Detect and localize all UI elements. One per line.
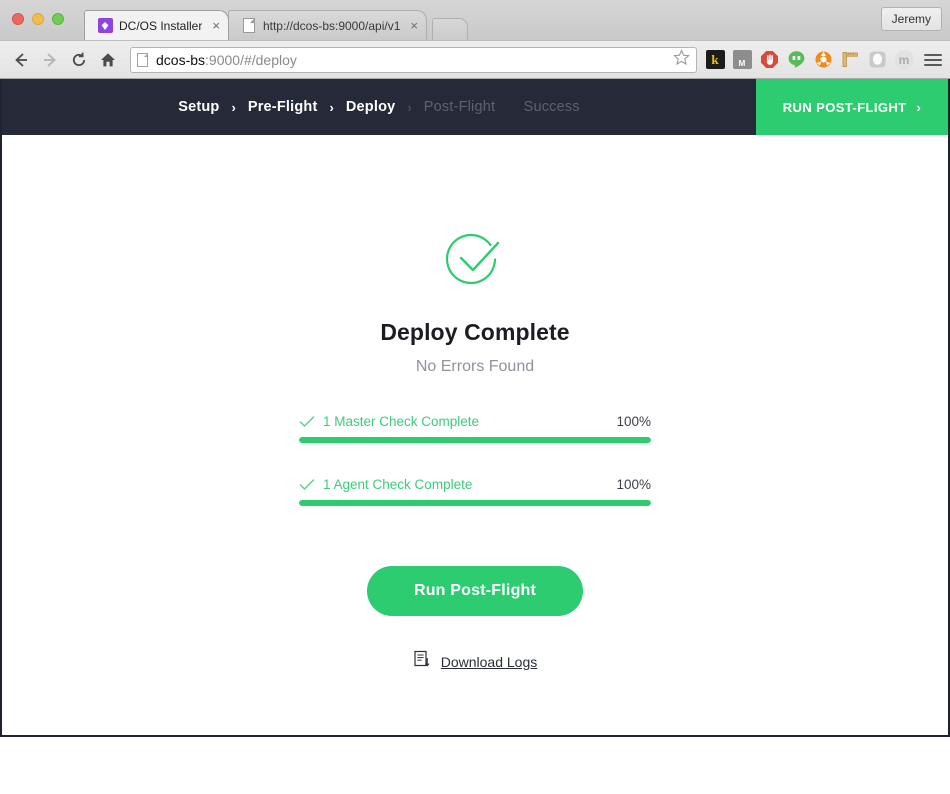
- browser-chrome: DC/OS Installer × http://dcos-bs:9000/ap…: [0, 0, 950, 79]
- check-row-agent: 1 Agent Check Complete 100%: [299, 477, 651, 506]
- profile-button[interactable]: Jeremy: [880, 7, 942, 31]
- page-title: Deploy Complete: [380, 319, 570, 345]
- check-circle-icon: [440, 223, 510, 293]
- step-breadcrumb: Setup › Pre-Flight › Deploy › Post-Fligh…: [2, 79, 756, 135]
- back-icon[interactable]: [8, 47, 34, 73]
- ghost-extension-icon[interactable]: [867, 50, 887, 70]
- tab-strip: DC/OS Installer × http://dcos-bs:9000/ap…: [0, 0, 950, 40]
- new-tab-button[interactable]: [431, 18, 468, 40]
- deploy-status-panel: Deploy Complete No Errors Found 1 Master…: [2, 135, 948, 673]
- clementine-extension-icon[interactable]: [813, 50, 833, 70]
- address-host: dcos-bs: [156, 51, 206, 68]
- check-icon: [299, 415, 315, 429]
- browser-window: DC/OS Installer × http://dcos-bs:9000/ap…: [0, 0, 950, 794]
- check-label: 1 Master Check Complete: [323, 414, 480, 429]
- check-list: 1 Master Check Complete 100% 1 Agent Che…: [299, 414, 651, 540]
- chevron-right-icon: ›: [407, 99, 412, 115]
- download-logs-link[interactable]: Download Logs: [413, 650, 538, 673]
- reload-icon[interactable]: [66, 47, 92, 73]
- adblock-extension-icon[interactable]: [759, 50, 779, 70]
- page-viewport: Setup › Pre-Flight › Deploy › Post-Fligh…: [0, 79, 950, 737]
- profile-label: Jeremy: [891, 12, 931, 26]
- dcos-logo-icon: [97, 18, 113, 34]
- installer-nav: Setup › Pre-Flight › Deploy › Post-Fligh…: [2, 79, 948, 135]
- page-info-icon: [137, 52, 148, 67]
- browser-toolbar: dcos-bs:9000/#/deploy k M m: [0, 40, 950, 78]
- run-post-flight-button[interactable]: Run Post-Flight: [367, 566, 583, 616]
- step-setup[interactable]: Setup: [168, 99, 229, 115]
- close-window-button[interactable]: [12, 13, 24, 25]
- browser-tab-api[interactable]: http://dcos-bs:9000/api/v1 ×: [227, 10, 427, 40]
- step-pre-flight[interactable]: Pre-Flight: [238, 99, 328, 115]
- browser-tab-dcos-installer[interactable]: DC/OS Installer ×: [84, 10, 229, 40]
- check-label: 1 Agent Check Complete: [323, 477, 473, 492]
- step-post-flight: Post-Flight: [423, 99, 496, 115]
- close-tab-button[interactable]: ×: [410, 19, 418, 32]
- run-post-flight-nav-label: RUN POST-FLIGHT: [782, 99, 907, 115]
- home-icon[interactable]: [95, 47, 121, 73]
- progress-fill: [299, 500, 651, 506]
- chevron-right-icon: ›: [329, 99, 334, 115]
- document-icon: [241, 18, 257, 34]
- tab-title: DC/OS Installer: [119, 18, 203, 33]
- mega-extension-icon[interactable]: m: [894, 50, 914, 70]
- hangouts-extension-icon[interactable]: [786, 50, 806, 70]
- tab-list: DC/OS Installer × http://dcos-bs:9000/ap…: [84, 0, 468, 40]
- close-tab-button[interactable]: ×: [212, 19, 220, 32]
- progress-track: [299, 437, 651, 443]
- browser-menu-icon[interactable]: [924, 53, 942, 66]
- run-post-flight-nav-button[interactable]: RUN POST-FLIGHT ›: [756, 79, 948, 135]
- progress-track: [299, 500, 651, 506]
- tab-title: http://dcos-bs:9000/api/v1: [262, 18, 401, 33]
- address-bar-text: dcos-bs:9000/#/deploy: [156, 52, 667, 68]
- extension-toolbar: k M m: [705, 50, 914, 70]
- maximize-window-button[interactable]: [52, 13, 64, 25]
- check-row-master: 1 Master Check Complete 100%: [299, 414, 651, 443]
- address-path: :9000/#/deploy: [205, 51, 297, 68]
- chevron-right-icon: ›: [231, 99, 236, 115]
- check-percent: 100%: [616, 414, 651, 429]
- check-percent: 100%: [616, 477, 651, 492]
- step-deploy[interactable]: Deploy: [336, 99, 406, 115]
- minimize-window-button[interactable]: [32, 13, 44, 25]
- kraken-extension-icon[interactable]: k: [705, 50, 725, 70]
- check-icon: [299, 478, 315, 492]
- address-bar[interactable]: dcos-bs:9000/#/deploy: [130, 46, 697, 73]
- document-download-icon: [413, 650, 431, 673]
- bookmark-star-icon[interactable]: [673, 48, 690, 71]
- ruler-extension-icon[interactable]: [840, 50, 860, 70]
- forward-icon: [37, 47, 63, 73]
- page-subtitle: No Errors Found: [415, 358, 535, 375]
- momentum-extension-icon[interactable]: M: [732, 50, 752, 70]
- window-controls: [12, 13, 64, 25]
- chevron-right-icon: ›: [916, 99, 922, 115]
- step-success: Success: [523, 99, 580, 115]
- download-logs-label: Download Logs: [440, 653, 538, 670]
- progress-fill: [299, 437, 651, 443]
